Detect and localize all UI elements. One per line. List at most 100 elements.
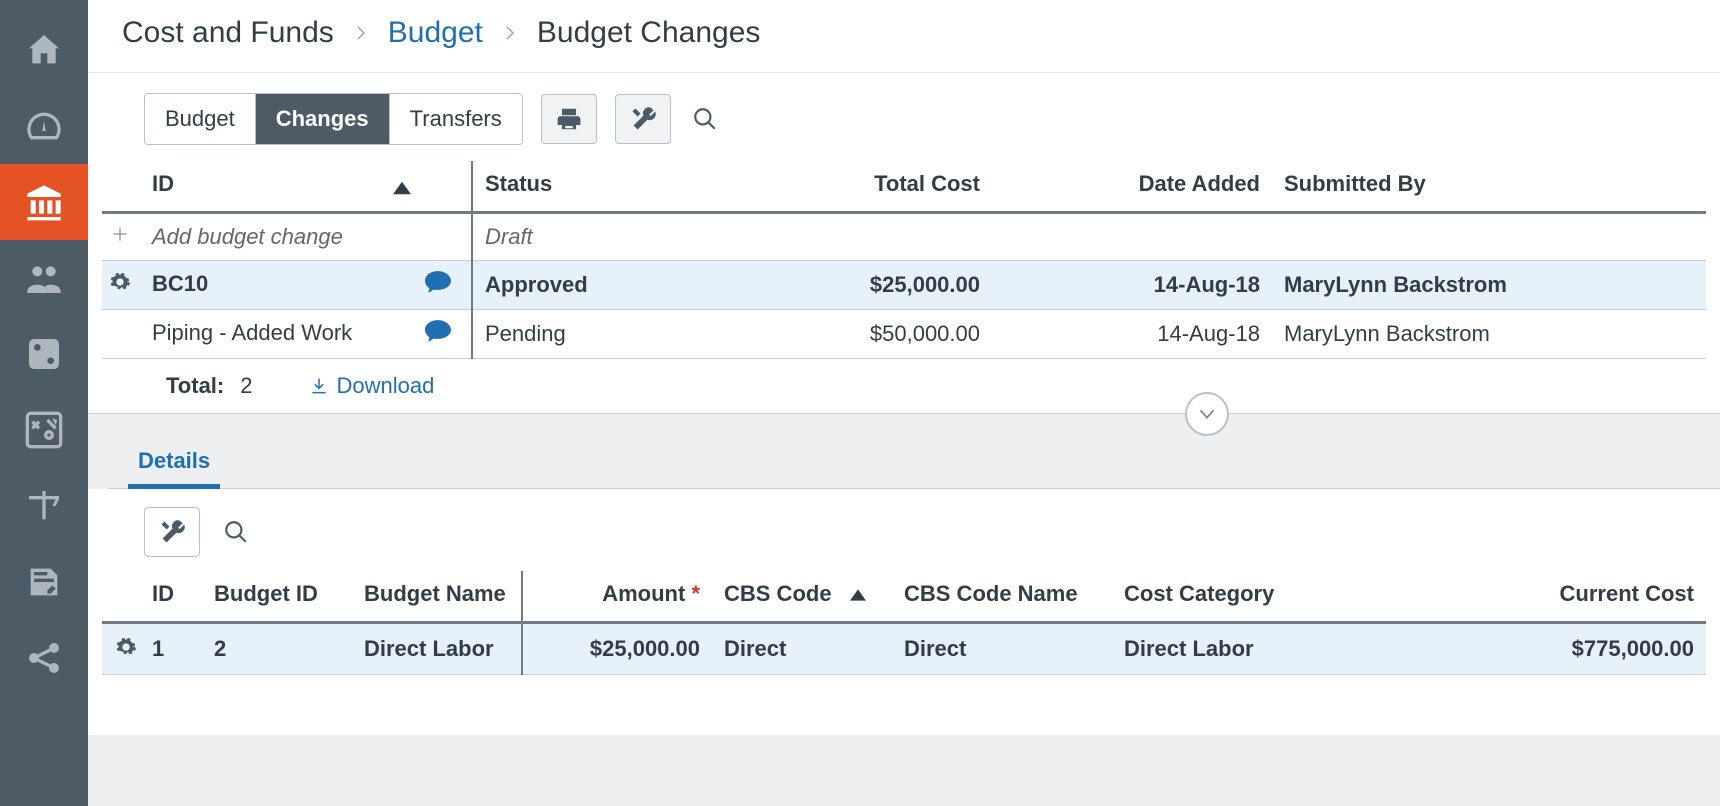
dcol-budget-id[interactable]: Budget ID (202, 571, 352, 623)
gear-icon[interactable] (106, 636, 146, 664)
search-icon (223, 519, 249, 545)
share-icon (24, 638, 64, 678)
sidebar-item-dashboard[interactable] (0, 88, 88, 164)
table-row[interactable]: BC10 Approved $25,000.00 14-Aug-18 MaryL… (102, 261, 1706, 310)
row-date: 14-Aug-18 (992, 310, 1272, 359)
sidebar-item-strategy[interactable] (0, 392, 88, 468)
sort-ascending-icon (393, 175, 411, 201)
print-button[interactable] (541, 94, 597, 144)
required-icon: * (691, 581, 700, 606)
budget-changes-table-wrap: ID Status Total Cost Date Added Submitte… (88, 161, 1720, 413)
col-submitted-by[interactable]: Submitted By (1272, 161, 1706, 213)
details-panel: Details ID (88, 413, 1720, 806)
chevron-down-icon (1196, 403, 1218, 425)
sidebar-item-people[interactable] (0, 240, 88, 316)
toolbar: Budget Changes Transfers (88, 73, 1720, 161)
main: Cost and Funds Budget Budget Changes Bud… (88, 0, 1720, 806)
sort-ascending-icon (850, 581, 866, 606)
dcol-amount-label: Amount (602, 581, 685, 606)
dcol-current-cost[interactable]: Current Cost (1302, 571, 1706, 623)
row-total: $50,000.00 (712, 310, 992, 359)
details-row[interactable]: 1 2 Direct Labor $25,000.00 Direct Direc… (102, 623, 1706, 675)
dcol-id[interactable]: ID (102, 571, 202, 623)
dcol-budget-name[interactable]: Budget Name (352, 571, 522, 623)
breadcrumb: Cost and Funds Budget Budget Changes (88, 0, 1720, 73)
details-search-button[interactable] (220, 516, 252, 548)
table-footer: Total: 2 Download (102, 359, 1720, 413)
sidebar-item-crane[interactable] (0, 468, 88, 544)
dcol-cbs-label: CBS Code (724, 581, 832, 606)
strategy-icon (24, 410, 64, 450)
details-toolbar (88, 489, 1720, 571)
tab-details[interactable]: Details (128, 448, 220, 489)
row-status: Pending (472, 310, 712, 359)
gear-icon[interactable] (100, 271, 140, 299)
sidebar (0, 0, 88, 806)
add-row-status: Draft (472, 213, 712, 261)
search-button[interactable] (689, 103, 721, 135)
breadcrumb-current: Budget Changes (537, 16, 761, 50)
add-row[interactable]: Add budget change Draft (102, 213, 1706, 261)
dcol-cost-category[interactable]: Cost Category (1112, 571, 1302, 623)
budget-changes-table: ID Status Total Cost Date Added Submitte… (102, 161, 1706, 359)
plus-icon (100, 224, 140, 250)
sidebar-item-share[interactable] (0, 620, 88, 696)
tab-transfers[interactable]: Transfers (390, 94, 522, 144)
dcol-cbs-code[interactable]: CBS Code (712, 571, 892, 623)
dcol-cbs-name[interactable]: CBS Code Name (892, 571, 1112, 623)
collapse-button[interactable] (1185, 392, 1229, 436)
download-label: Download (337, 373, 435, 399)
search-icon (692, 106, 718, 132)
download-link[interactable]: Download (309, 373, 435, 399)
drow-cost-category: Direct Labor (1112, 623, 1302, 675)
drow-id: 1 (152, 636, 164, 661)
row-submitted-by: MaryLynn Backstrom (1272, 261, 1706, 310)
row-id: Piping - Added Work (152, 320, 352, 345)
col-date-added[interactable]: Date Added (992, 161, 1272, 213)
home-icon (24, 30, 64, 70)
sidebar-item-dice[interactable] (0, 316, 88, 392)
sidebar-item-home[interactable] (0, 12, 88, 88)
drow-current-cost: $775,000.00 (1302, 623, 1706, 675)
drow-budget-name: Direct Labor (352, 623, 522, 675)
row-total: $25,000.00 (712, 261, 992, 310)
total-label: Total: (166, 373, 224, 399)
chevron-right-icon (501, 16, 519, 50)
col-id[interactable]: ID (102, 161, 472, 213)
tab-budget[interactable]: Budget (145, 94, 256, 144)
details-tabs: Details (88, 414, 1720, 489)
table-row[interactable]: Piping - Added Work Pending $50,000.00 1… (102, 310, 1706, 359)
breadcrumb-budget[interactable]: Budget (388, 16, 483, 50)
col-status[interactable]: Status (472, 161, 712, 213)
drow-amount: $25,000.00 (522, 623, 712, 675)
bank-icon (24, 182, 64, 222)
gauge-icon (24, 106, 64, 146)
row-status: Approved (472, 261, 712, 310)
tools-button[interactable] (615, 94, 671, 144)
breadcrumb-root[interactable]: Cost and Funds (122, 16, 334, 50)
dcol-amount[interactable]: Amount * (522, 571, 712, 623)
row-id: BC10 (152, 271, 208, 296)
row-date: 14-Aug-18 (992, 261, 1272, 310)
comment-icon[interactable] (425, 271, 451, 299)
print-icon (556, 106, 582, 132)
total-count: 2 (240, 373, 252, 399)
tools-icon (159, 519, 185, 545)
dice-icon (24, 334, 64, 374)
download-icon (309, 376, 329, 396)
details-tools-button[interactable] (144, 507, 200, 557)
tab-changes[interactable]: Changes (256, 94, 390, 144)
row-submitted-by: MaryLynn Backstrom (1272, 310, 1706, 359)
sidebar-item-cost[interactable] (0, 164, 88, 240)
add-row-label: Add budget change (152, 224, 343, 249)
drow-cbs-name: Direct (892, 623, 1112, 675)
details-table: ID Budget ID Budget Name Amount * CBS Co… (102, 571, 1706, 675)
drow-budget-id: 2 (202, 623, 352, 675)
view-segmented: Budget Changes Transfers (144, 93, 523, 145)
drow-cbs-code: Direct (712, 623, 892, 675)
details-table-wrap: ID Budget ID Budget Name Amount * CBS Co… (88, 571, 1720, 675)
col-id-label: ID (152, 171, 174, 196)
comment-icon[interactable] (425, 320, 451, 348)
col-total-cost[interactable]: Total Cost (712, 161, 992, 213)
sidebar-item-document[interactable] (0, 544, 88, 620)
